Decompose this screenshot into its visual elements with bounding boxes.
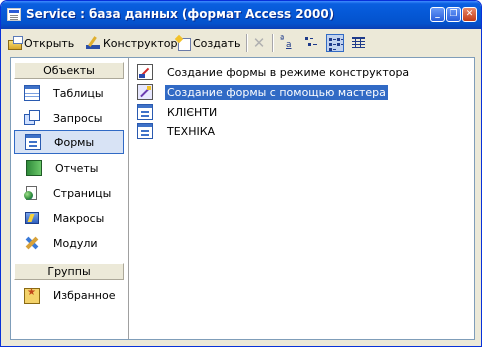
close-icon: ✕: [465, 9, 474, 19]
large-icons-view-button[interactable]: [278, 32, 298, 54]
list-item-label: Создание формы в режиме конструктора: [167, 65, 410, 79]
list-item-label: ТЕХНІКА: [167, 124, 216, 138]
sidebar-item-macros[interactable]: Макросы: [14, 206, 124, 230]
list-item-label: КЛІЄНТИ: [167, 105, 218, 119]
minimize-button[interactable]: _: [430, 7, 445, 22]
table-icon: [24, 85, 40, 101]
database-app-icon[interactable]: [7, 8, 21, 21]
open-button[interactable]: Открыть: [8, 32, 74, 54]
form-icon: [137, 123, 153, 139]
objects-bar: Объекты Таблицы Запросы Формы Отчеты Стр…: [11, 58, 129, 339]
new-design-icon: [137, 64, 153, 80]
macro-icon: [24, 210, 40, 226]
sidebar-item-modules[interactable]: Модули: [14, 231, 124, 255]
list-item-label: Создание формы с помощью мастера: [165, 84, 388, 100]
page-icon: [24, 185, 40, 201]
design-label: Конструктор: [103, 36, 178, 50]
database-pane: Объекты Таблицы Запросы Формы Отчеты Стр…: [10, 57, 475, 340]
wizard-icon: [137, 84, 153, 100]
small-icons-icon: [303, 34, 321, 52]
forms-list: Создание формы в режиме конструктора Соз…: [129, 58, 474, 339]
list-item-form-tekhnika[interactable]: ТЕХНІКА: [137, 122, 217, 140]
create-label: Создать: [193, 36, 241, 50]
sidebar-item-favorites[interactable]: Избранное: [14, 283, 124, 307]
list-item-create-design[interactable]: Создание формы в режиме конструктора: [137, 63, 411, 81]
form-icon: [137, 104, 153, 120]
open-folder-icon: [8, 36, 23, 50]
sidebar-item-pages[interactable]: Страницы: [14, 181, 124, 205]
sidebar-item-label: Формы: [54, 135, 95, 149]
sidebar-item-tables[interactable]: Таблицы: [14, 81, 124, 105]
query-icon: [24, 110, 40, 126]
database-toolbar: Открыть Конструктор Создать ✕: [6, 32, 478, 54]
maximize-button[interactable]: ❐: [446, 7, 461, 22]
sidebar-item-reports[interactable]: Отчеты: [14, 156, 124, 180]
large-icons-icon: [278, 34, 296, 52]
new-object-icon: [178, 37, 191, 51]
sidebar-item-queries[interactable]: Запросы: [14, 106, 124, 130]
toolbar-separator: [246, 34, 248, 52]
list-item-form-klienty[interactable]: КЛІЄНТИ: [137, 103, 219, 121]
sidebar-item-label: Запросы: [53, 111, 103, 125]
sidebar-item-label: Избранное: [53, 288, 116, 302]
module-icon: [24, 235, 40, 251]
design-button[interactable]: Конструктор: [85, 32, 177, 54]
delete-x-icon: ✕: [252, 34, 266, 52]
form-icon: [25, 134, 41, 150]
list-item-create-wizard[interactable]: Создание формы с помощью мастера: [137, 83, 388, 101]
open-label: Открыть: [24, 36, 75, 50]
report-icon: [26, 160, 42, 176]
delete-button[interactable]: ✕: [251, 32, 269, 54]
sidebar-item-label: Макросы: [53, 211, 105, 225]
minimize-icon: _: [435, 9, 440, 19]
list-view-button[interactable]: [326, 32, 346, 54]
small-icons-view-button[interactable]: [303, 32, 323, 54]
restore-icon: ❐: [449, 9, 458, 19]
sidebar-item-forms[interactable]: Формы: [14, 130, 124, 154]
close-button[interactable]: ✕: [462, 7, 477, 22]
create-button[interactable]: Создать: [178, 32, 241, 54]
favorites-folder-icon: [24, 287, 40, 304]
design-ruler-icon: [85, 35, 101, 51]
details-view-button[interactable]: [350, 32, 370, 54]
details-view-icon: [350, 34, 368, 52]
objects-header[interactable]: Объекты: [14, 62, 124, 79]
sidebar-item-label: Отчеты: [55, 161, 99, 175]
sidebar-item-label: Таблицы: [53, 86, 104, 100]
window-title: Service : база данных (формат Access 200…: [26, 7, 335, 21]
sidebar-item-label: Страницы: [53, 186, 112, 200]
sidebar-item-label: Модули: [53, 236, 98, 250]
title-bar[interactable]: Service : база данных (формат Access 200…: [1, 1, 481, 29]
list-view-icon: [326, 34, 344, 52]
database-window: Service : база данных (формат Access 200…: [0, 0, 482, 347]
groups-header[interactable]: Группы: [14, 263, 124, 280]
toolbar-separator: [272, 34, 274, 52]
